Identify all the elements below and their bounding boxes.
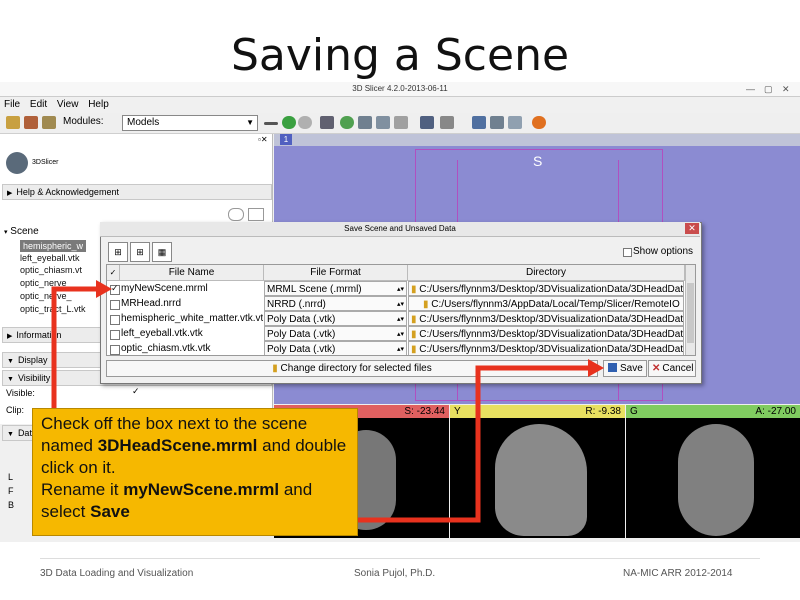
footer-left: 3D Data Loading and Visualization <box>40 568 194 579</box>
footer-divider <box>40 558 760 559</box>
arrow-to-filename <box>51 286 98 408</box>
footer-center: Sonia Pujol, Ph.D. <box>354 568 436 579</box>
arrow-head-filename <box>96 280 112 298</box>
arrow-head-save <box>588 359 604 377</box>
footer-right: NA-MIC ARR 2012-2014 <box>623 568 733 579</box>
instruction-callout: Check off the box next to the scene name… <box>32 408 358 536</box>
arrow-to-save <box>358 365 590 523</box>
